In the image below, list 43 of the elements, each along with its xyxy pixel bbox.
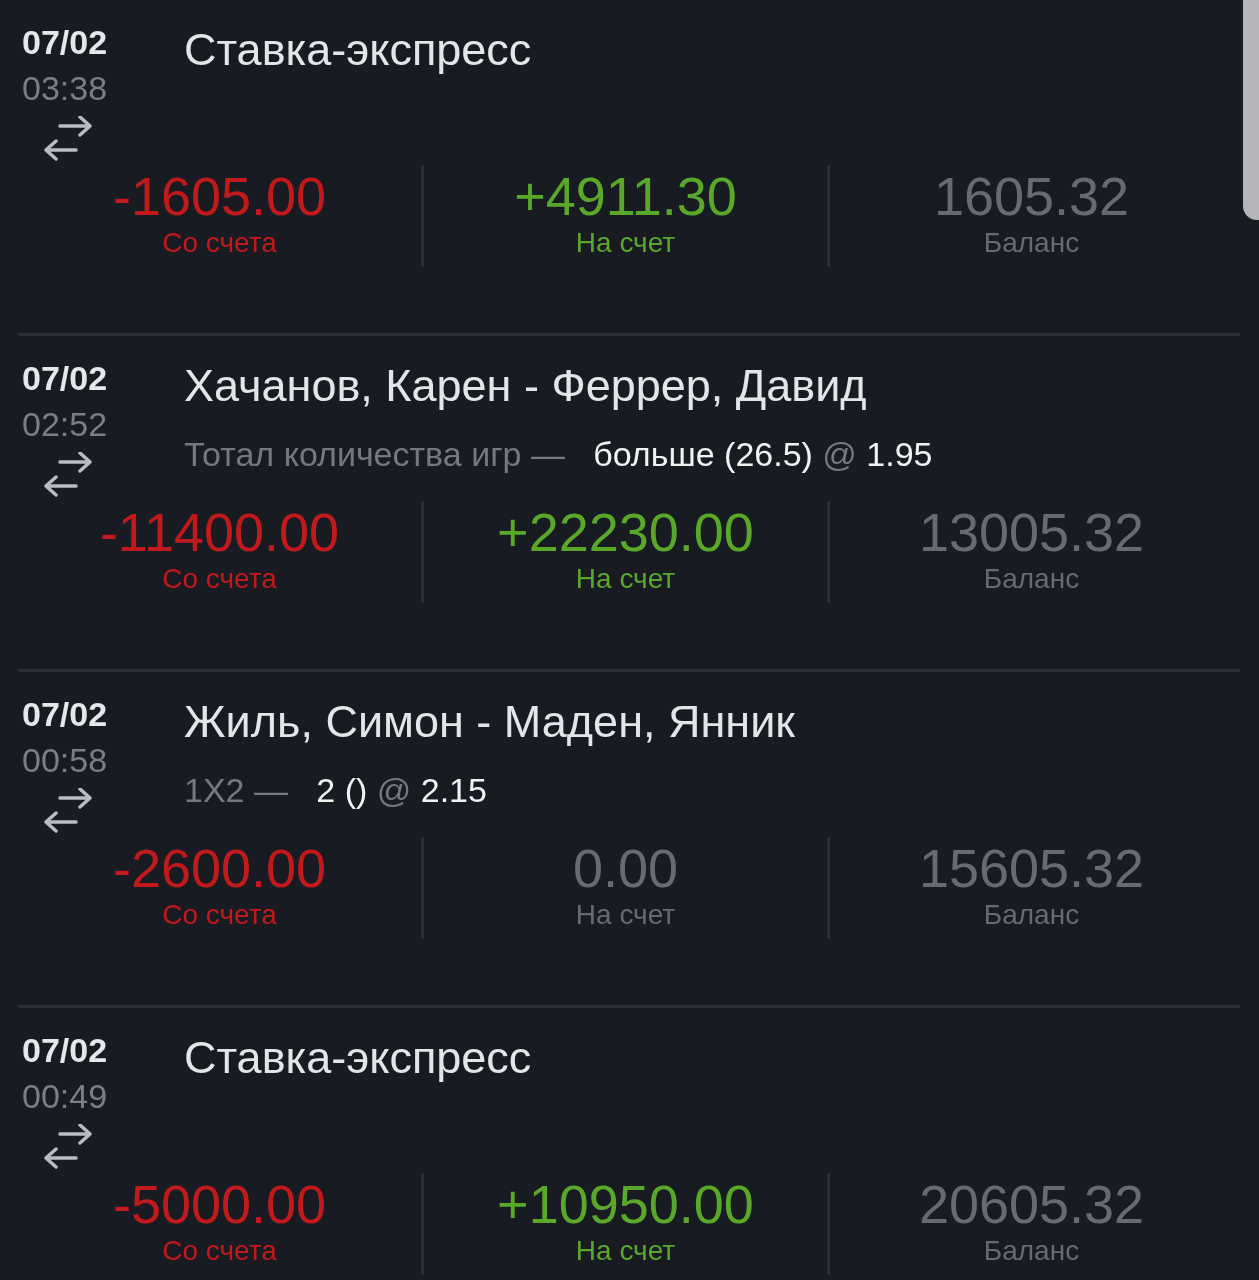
transaction-date: 07/02	[22, 22, 109, 63]
transaction-time: 02:52	[22, 404, 109, 445]
amount-label: На счет	[575, 563, 676, 595]
amount-value: -2600.00	[112, 837, 327, 899]
amount-label: На счет	[575, 227, 676, 259]
amount-label: Баланс	[983, 899, 1080, 931]
amount-value: -5000.00	[112, 1173, 327, 1235]
amount-value: 15605.32	[918, 837, 1145, 899]
swap-arrows-icon	[42, 116, 94, 162]
transaction-time: 00:58	[22, 740, 109, 781]
bet-details: Тотал количества игр — больше (26.5) @ 1.95	[184, 434, 933, 475]
amount-label: На счет	[575, 1235, 676, 1267]
transaction-time: 00:49	[22, 1076, 109, 1117]
amount-label: Баланс	[983, 1235, 1080, 1267]
amount-label: Со счета	[162, 899, 277, 931]
amount-label: Со счета	[162, 1235, 277, 1267]
amount-value: -11400.00	[99, 501, 340, 563]
transaction-date: 07/02	[22, 694, 109, 735]
amount-label: Со счета	[162, 227, 277, 259]
swap-arrows-icon	[42, 452, 94, 498]
event-title: Ставка-экспресс	[184, 1031, 532, 1085]
event-title: Ставка-экспресс	[184, 23, 532, 77]
amount-value: 0.00	[572, 837, 679, 899]
amount-value: +22230.00	[497, 501, 754, 563]
transaction-date: 07/02	[22, 1030, 109, 1071]
swap-arrows-icon	[42, 1124, 94, 1170]
event-title: Жиль, Симон - Маден, Янник	[184, 695, 795, 749]
amount-value: +10950.00	[497, 1173, 754, 1235]
amount-label: Баланс	[983, 563, 1080, 595]
transaction-time: 03:38	[22, 68, 109, 109]
amount-label: Баланс	[983, 227, 1080, 259]
amount-value: 1605.32	[933, 165, 1130, 227]
amount-value: -1605.00	[112, 165, 327, 227]
bet-details: 1X2 — 2 () @ 2.15	[184, 770, 488, 811]
event-title: Хачанов, Карен - Феррер, Давид	[184, 359, 868, 413]
transaction-date: 07/02	[22, 358, 109, 399]
amount-label: Со счета	[162, 563, 277, 595]
amount-label: На счет	[575, 899, 676, 931]
swap-arrows-icon	[42, 788, 94, 834]
amount-value: +4911.30	[514, 165, 737, 227]
scrollbar[interactable]	[1243, 0, 1259, 220]
amount-value: 20605.32	[918, 1173, 1145, 1235]
amount-value: 13005.32	[918, 501, 1145, 563]
